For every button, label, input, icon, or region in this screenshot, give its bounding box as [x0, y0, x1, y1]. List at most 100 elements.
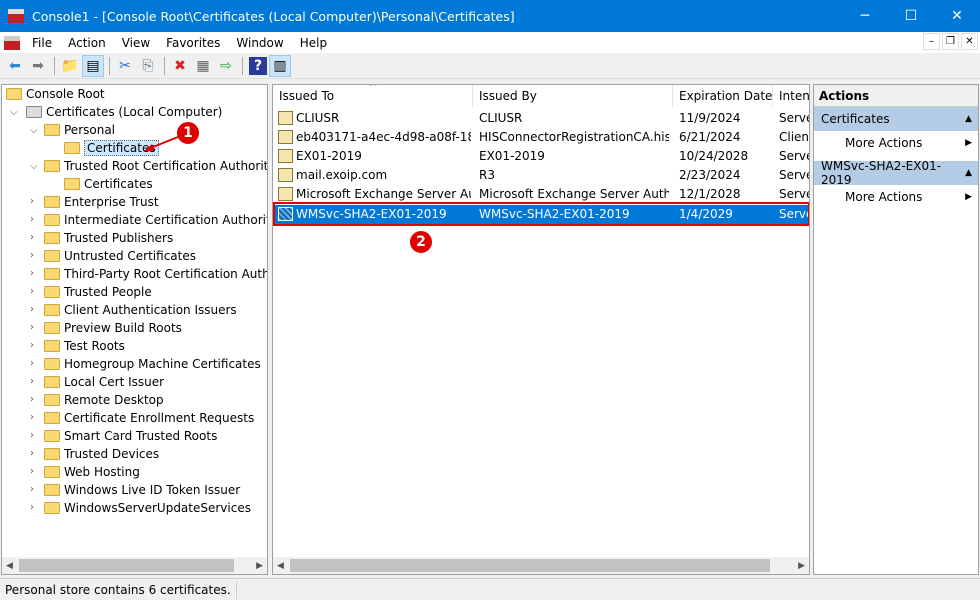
menu-help[interactable]: Help — [292, 36, 335, 50]
chevron-right-icon[interactable]: › — [30, 196, 34, 207]
help-icon[interactable]: ? — [249, 57, 267, 75]
back-arrow-icon[interactable]: ⬅ — [4, 55, 26, 77]
tree-item-personal[interactable]: Personal — [44, 121, 115, 139]
tree-item-store[interactable]: Client Authentication Issuers — [44, 301, 237, 319]
menu-bar: File Action View Favorites Window Help –… — [0, 32, 980, 53]
export-list-icon[interactable]: ⇨ — [215, 55, 237, 77]
collapse-up-icon[interactable]: ▲ — [965, 114, 972, 124]
column-header-intended-purposes[interactable]: Intended Purposes — [773, 85, 809, 107]
show-hide-tree-icon[interactable]: ▤ — [82, 55, 104, 77]
chevron-right-icon[interactable]: › — [30, 466, 34, 477]
more-actions-certificates[interactable]: More Actions ▶ — [814, 131, 978, 155]
menu-view[interactable]: View — [114, 36, 158, 50]
tree-item-store[interactable]: Remote Desktop — [44, 391, 164, 409]
column-header-expiration-date[interactable]: Expiration Date — [673, 85, 773, 107]
folder-icon — [44, 160, 60, 172]
chevron-right-icon[interactable]: › — [30, 484, 34, 495]
tree-item-trusted-root[interactable]: Trusted Root Certification Authorities — [44, 157, 267, 175]
chevron-right-icon[interactable]: › — [30, 232, 34, 243]
tree-label: Personal — [64, 123, 116, 137]
tree-item-store[interactable]: Trusted Devices — [44, 445, 159, 463]
mmc-app-icon[interactable] — [8, 9, 24, 23]
chevron-right-icon[interactable]: › — [30, 358, 34, 369]
chevron-right-icon[interactable]: › — [30, 322, 34, 333]
chevron-right-icon[interactable]: › — [30, 376, 34, 387]
chevron-right-icon[interactable]: › — [30, 304, 34, 315]
chevron-down-icon[interactable]: ⌵ — [10, 107, 18, 118]
up-folder-icon[interactable]: 📁 — [59, 55, 81, 77]
certificate-row[interactable]: EX01-2019 EX01-2019 10/24/2028 Server Au… — [273, 147, 809, 166]
copy-icon[interactable]: ⎘ — [137, 55, 159, 77]
certificate-row[interactable]: CLIUSR CLIUSR 11/9/2024 Server Authentic… — [273, 109, 809, 128]
chevron-right-icon[interactable]: › — [30, 340, 34, 351]
chevron-down-icon[interactable]: ⌵ — [30, 125, 38, 136]
menu-window[interactable]: Window — [228, 36, 291, 50]
cell-intended-purposes: Server Authentication — [779, 187, 809, 201]
mmc-system-menu-icon[interactable] — [4, 35, 20, 50]
more-actions-selected-cert[interactable]: More Actions ▶ — [814, 185, 978, 209]
minimize-button[interactable]: ─ — [842, 0, 888, 32]
chevron-right-icon[interactable]: › — [30, 268, 34, 279]
chevron-right-icon[interactable]: › — [30, 250, 34, 261]
list-horizontal-scrollbar[interactable]: ◀ ▶ — [273, 557, 809, 574]
maximize-button[interactable]: ☐ — [888, 0, 934, 32]
close-button[interactable]: ✕ — [934, 0, 980, 32]
child-restore-button[interactable]: ❐ — [942, 33, 959, 50]
tree-item-store[interactable]: Local Cert Issuer — [44, 373, 164, 391]
menu-favorites[interactable]: Favorites — [158, 36, 228, 50]
actions-section-certificates[interactable]: Certificates ▲ — [814, 107, 978, 131]
tree-item-trusted-root-certificates[interactable]: Certificates — [64, 175, 153, 193]
certificate-row[interactable]: eb403171-a4ec-4d98-a08f-1876... HISConne… — [273, 128, 809, 147]
tree-item-console-root[interactable]: Console Root — [6, 85, 105, 103]
chevron-right-icon[interactable]: › — [30, 412, 34, 423]
scroll-left-icon[interactable]: ◀ — [6, 561, 13, 571]
certificate-row[interactable]: mail.exoip.com R3 2/23/2024 Server Authe… — [273, 166, 809, 185]
cut-icon[interactable]: ✂ — [114, 55, 136, 77]
tree-item-store[interactable]: Certificate Enrollment Requests — [44, 409, 254, 427]
tree-item-store[interactable]: Trusted People — [44, 283, 152, 301]
tree-item-store[interactable]: Trusted Publishers — [44, 229, 173, 247]
chevron-right-icon[interactable]: › — [30, 502, 34, 513]
tree-item-store[interactable]: Third-Party Root Certification Authoriti… — [44, 265, 267, 283]
column-header-issued-by[interactable]: Issued By — [473, 85, 673, 107]
tree-item-store[interactable]: Untrusted Certificates — [44, 247, 196, 265]
tree-item-store[interactable]: WindowsServerUpdateServices — [44, 499, 251, 517]
chevron-right-icon[interactable]: › — [30, 286, 34, 297]
tree-item-store[interactable]: Preview Build Roots — [44, 319, 182, 337]
tree-item-store[interactable]: Intermediate Certification Authorities — [44, 211, 267, 229]
chevron-down-icon[interactable]: ⌵ — [30, 161, 38, 172]
properties-icon[interactable]: ▦ — [192, 55, 214, 77]
tree-item-store[interactable]: Homegroup Machine Certificates — [44, 355, 261, 373]
menu-action[interactable]: Action — [60, 36, 114, 50]
tree-label: Homegroup Machine Certificates — [64, 357, 261, 371]
chevron-right-icon[interactable]: › — [30, 448, 34, 459]
scroll-right-icon[interactable]: ▶ — [798, 561, 805, 571]
chevron-right-icon[interactable]: › — [30, 214, 34, 225]
child-close-button[interactable]: ✕ — [961, 33, 978, 50]
tree-item-store[interactable]: Test Roots — [44, 337, 125, 355]
tree-item-store[interactable]: Web Hosting — [44, 463, 140, 481]
forward-arrow-icon[interactable]: ➡ — [27, 55, 49, 77]
chevron-right-icon[interactable]: › — [30, 430, 34, 441]
child-minimize-button[interactable]: – — [923, 33, 940, 50]
console-tree: Console Root ⌵ Certificates (Local Compu… — [1, 84, 268, 575]
status-bar: Personal store contains 6 certificates. — [0, 578, 980, 600]
delete-icon[interactable]: ✖ — [169, 55, 191, 77]
tree-item-store[interactable]: Windows Live ID Token Issuer — [44, 481, 240, 499]
tree-item-store[interactable]: Smart Card Trusted Roots — [44, 427, 217, 445]
collapse-up-icon[interactable]: ▲ — [965, 168, 972, 178]
actions-section-selected-cert[interactable]: WMSvc-SHA2-EX01-2019 ▲ — [814, 159, 978, 187]
scrollbar-thumb[interactable] — [19, 559, 234, 572]
chevron-right-icon[interactable]: › — [30, 394, 34, 405]
tree-item-certificates-local-computer[interactable]: Certificates (Local Computer) — [26, 103, 222, 121]
folder-icon — [44, 466, 60, 478]
section-label: Certificates — [821, 112, 890, 126]
tree-item-store[interactable]: Enterprise Trust — [44, 193, 159, 211]
scroll-left-icon[interactable]: ◀ — [277, 561, 284, 571]
tree-horizontal-scrollbar[interactable]: ◀ ▶ — [2, 557, 267, 574]
scroll-right-icon[interactable]: ▶ — [256, 561, 263, 571]
cell-intended-purposes: Client Authentication — [779, 130, 809, 144]
menu-file[interactable]: File — [24, 36, 60, 50]
show-hide-action-pane-icon[interactable]: ▥ — [269, 55, 291, 77]
scrollbar-thumb[interactable] — [290, 559, 770, 572]
